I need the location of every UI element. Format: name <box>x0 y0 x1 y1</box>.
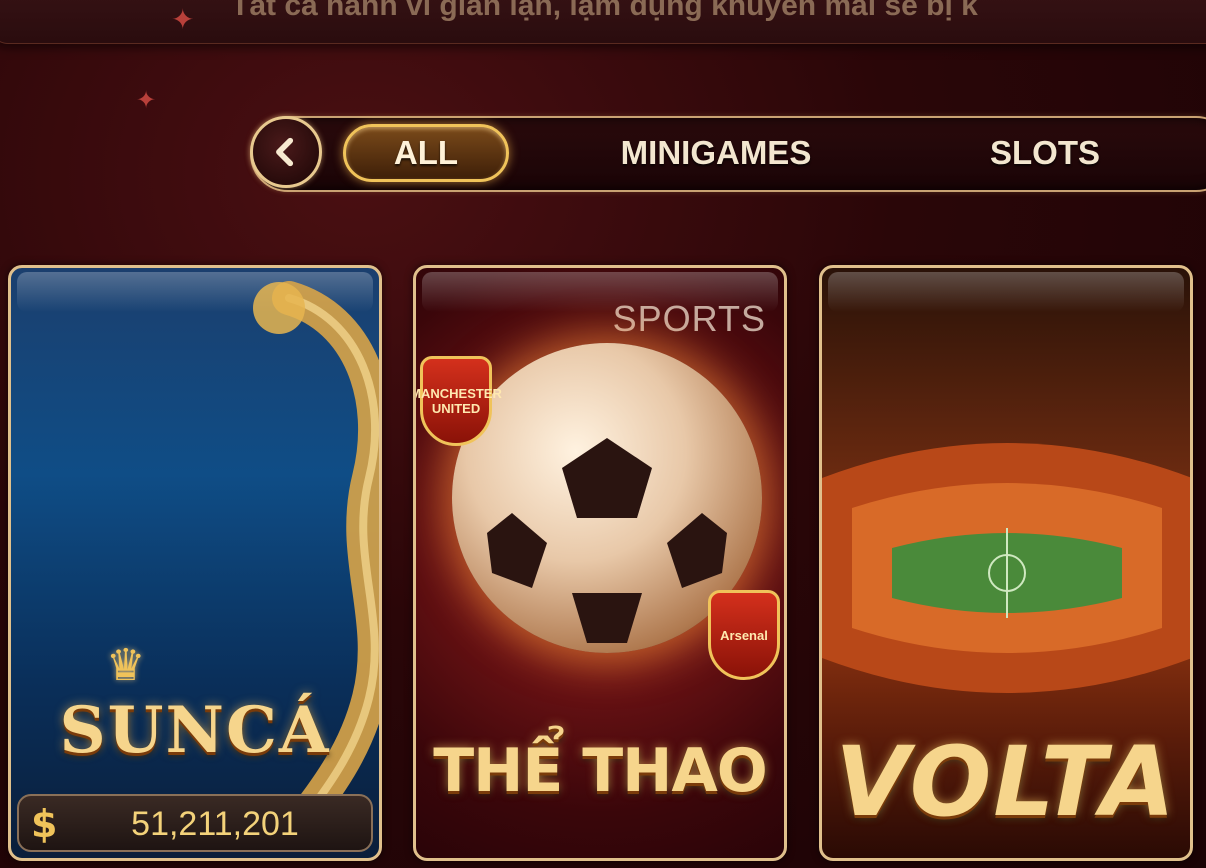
tab-all[interactable]: ALL <box>343 124 509 182</box>
jackpot-value: 51,211,201 <box>131 805 299 843</box>
game-card-the-thao[interactable]: SPORTS MANCHESTER UNITED Arsenal THỂ THA… <box>413 265 787 861</box>
game-card-sunca[interactable]: ♛ SUNCÁ $ 51,211,201 <box>8 265 382 861</box>
game-title: SUNCÁ <box>59 693 331 768</box>
stadium-image <box>822 443 1190 693</box>
crown-icon: ♛ <box>106 641 146 690</box>
arsenal-badge: Arsenal <box>708 590 780 680</box>
back-button[interactable] <box>250 116 322 188</box>
game-title: THỂ THAO <box>433 736 768 806</box>
tab-slots[interactable]: SLOTS <box>970 124 1120 182</box>
jackpot-bar: $ 51,211,201 <box>17 794 373 852</box>
chevron-left-icon <box>276 137 294 167</box>
game-title: VOLTA <box>835 726 1177 838</box>
game-card-volta[interactable]: VOLTA <box>819 265 1193 861</box>
tab-minigames[interactable]: MINIGAMES <box>600 124 832 182</box>
sparkle-icon: ✦ <box>136 87 157 114</box>
sparkle-icon: ✦ <box>171 4 195 35</box>
announcement-marquee: ✦ Tất cả hành vi gian lận, lạm dụng khuy… <box>0 0 1206 44</box>
man-utd-badge: MANCHESTER UNITED <box>416 356 502 446</box>
card-gloss <box>828 272 1184 312</box>
announcement-text: Tất cả hành vi gian lận, lạm dụng khuyến… <box>231 0 978 22</box>
sports-logo: SPORTS <box>612 298 766 339</box>
dollar-icon: $ <box>31 802 58 846</box>
